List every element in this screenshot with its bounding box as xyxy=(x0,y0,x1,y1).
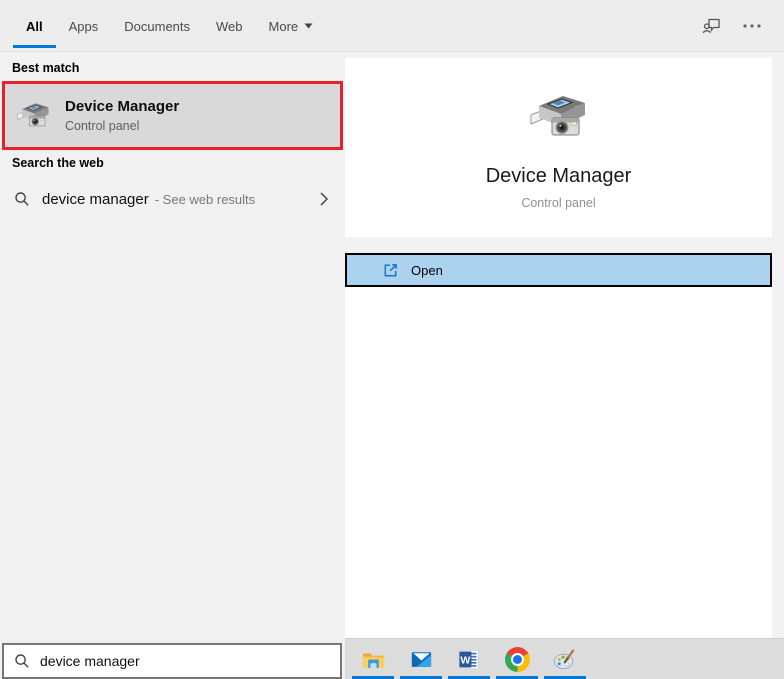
taskbar-paint-button[interactable] xyxy=(541,639,589,679)
best-match-device-manager[interactable]: Device Manager Control panel xyxy=(2,81,343,150)
tab-all-label: All xyxy=(26,19,43,34)
taskbar-word-button[interactable]: W xyxy=(445,639,493,679)
result-title: Device Manager xyxy=(65,98,179,117)
chevron-right-icon[interactable] xyxy=(320,192,328,206)
tab-apps[interactable]: Apps xyxy=(56,0,112,52)
mail-icon xyxy=(409,647,434,672)
taskbar-file-explorer-button[interactable] xyxy=(349,639,397,679)
more-options-button[interactable] xyxy=(732,0,772,52)
taskbar-search-box[interactable] xyxy=(2,643,342,679)
tab-all[interactable]: All xyxy=(13,0,56,52)
search-results-panel: Best match Device Manager Control panel … xyxy=(0,52,345,679)
ellipsis-icon xyxy=(742,23,762,29)
feedback-button[interactable] xyxy=(692,0,732,52)
chevron-down-icon xyxy=(304,23,313,29)
word-icon: W xyxy=(457,647,482,672)
preview-title: Device Manager xyxy=(486,165,632,188)
best-match-section-label: Best match xyxy=(12,61,79,75)
actions-card: Open xyxy=(345,253,772,638)
tab-documents[interactable]: Documents xyxy=(111,0,203,52)
search-icon xyxy=(14,653,30,669)
result-preview-panel: Device Manager Control panel Open xyxy=(345,52,784,638)
search-icon xyxy=(14,191,30,207)
feedback-icon xyxy=(701,15,723,37)
chrome-icon xyxy=(505,647,530,672)
tab-more-label: More xyxy=(269,19,299,34)
tab-web-label: Web xyxy=(216,19,243,34)
filter-tabs: All Apps Documents Web More xyxy=(0,0,784,52)
tab-documents-label: Documents xyxy=(124,19,190,34)
taskbar-chrome-button[interactable] xyxy=(493,639,541,679)
svg-text:W: W xyxy=(460,654,470,666)
tab-apps-label: Apps xyxy=(69,19,99,34)
web-suggestion-query: device manager xyxy=(42,191,149,208)
taskbar-mail-button[interactable] xyxy=(397,639,445,679)
search-web-section-label: Search the web xyxy=(12,156,104,170)
web-suggestion-suffix: - See web results xyxy=(155,192,255,207)
open-external-icon xyxy=(382,262,399,279)
device-manager-icon xyxy=(15,97,52,134)
device-manager-icon xyxy=(527,85,591,149)
tab-web[interactable]: Web xyxy=(203,0,256,52)
file-explorer-icon xyxy=(361,647,386,672)
preview-subtitle: Control panel xyxy=(521,196,595,210)
tab-more[interactable]: More xyxy=(256,0,327,52)
search-filter-bar: All Apps Documents Web More xyxy=(0,0,784,52)
paint-icon xyxy=(553,647,578,672)
open-action-label: Open xyxy=(411,263,443,278)
web-suggestion-row[interactable]: device manager - See web results xyxy=(0,178,345,220)
open-action[interactable]: Open xyxy=(345,253,772,287)
result-subtitle: Control panel xyxy=(65,119,179,133)
search-input[interactable] xyxy=(40,653,310,669)
preview-card: Device Manager Control panel xyxy=(345,58,772,237)
taskbar: W xyxy=(345,638,784,679)
